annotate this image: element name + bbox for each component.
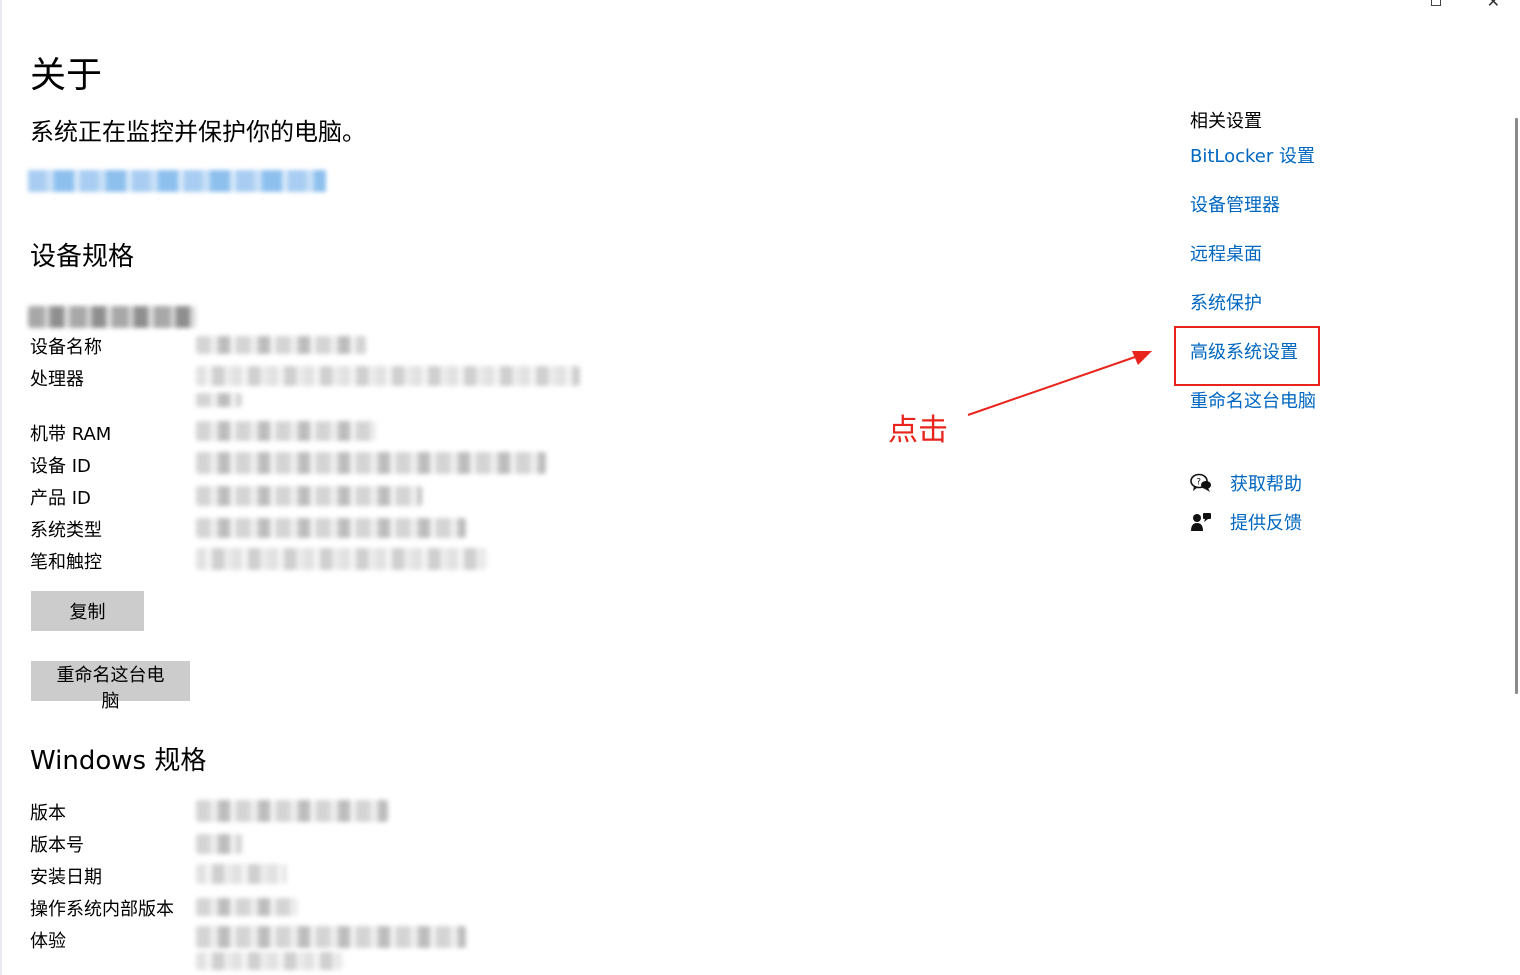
- processor-label: 处理器: [30, 369, 84, 390]
- pen-touch-value: [196, 548, 486, 570]
- device-name-label: 设备名称: [30, 337, 102, 358]
- product-id-value: [196, 486, 422, 506]
- device-name-value: [196, 336, 366, 354]
- device-model-value: [28, 306, 196, 328]
- device-id-label: 设备 ID: [30, 456, 91, 477]
- install-date-label: 安装日期: [30, 867, 102, 888]
- feedback-link[interactable]: 提供反馈: [1190, 509, 1302, 535]
- feedback-person-icon: [1191, 513, 1211, 531]
- edition-value: [196, 800, 388, 822]
- annotation-click-label: 点击: [888, 413, 948, 448]
- os-build-label: 操作系统内部版本: [30, 899, 174, 920]
- device-specs-heading: 设备规格: [30, 242, 135, 272]
- ram-value: [196, 421, 376, 441]
- edition-label: 版本: [30, 803, 66, 824]
- window-controls: ✕: [1430, 0, 1500, 10]
- annotation-highlight-box: [1174, 326, 1320, 386]
- annotation-arrow-icon: [967, 351, 1152, 416]
- experience-value: [196, 926, 466, 948]
- vertical-scrollbar[interactable]: [1515, 118, 1518, 694]
- svg-text:?: ?: [1196, 478, 1201, 488]
- page-title: 关于: [30, 55, 103, 96]
- windows-specs-heading: Windows 规格: [30, 746, 207, 776]
- chat-help-icon: ?: [1190, 473, 1211, 492]
- protection-status: 系统正在监控并保护你的电脑。: [30, 118, 366, 146]
- processor-value: [196, 366, 580, 386]
- system-type-value: [196, 518, 466, 538]
- get-help-label: 获取帮助: [1230, 474, 1302, 495]
- rename-pc-button[interactable]: 重命名这台电脑: [31, 661, 190, 712]
- window-left-edge: [0, 0, 2, 975]
- system-type-label: 系统类型: [30, 520, 102, 541]
- security-details-link[interactable]: [28, 170, 326, 192]
- install-date-value: [196, 864, 286, 884]
- experience-value-line2: [196, 952, 342, 970]
- remote-desktop-link[interactable]: 远程桌面: [1190, 240, 1262, 266]
- processor-value-line2: [196, 393, 242, 407]
- copy-button[interactable]: 复制: [31, 591, 144, 631]
- system-protection-link[interactable]: 系统保护: [1190, 289, 1262, 315]
- related-settings-heading: 相关设置: [1190, 111, 1262, 132]
- device-manager-link[interactable]: 设备管理器: [1190, 191, 1280, 217]
- bitlocker-settings-link[interactable]: BitLocker 设置: [1190, 142, 1315, 168]
- ram-label: 机带 RAM: [30, 424, 112, 445]
- restore-icon[interactable]: [1430, 0, 1441, 6]
- close-icon[interactable]: ✕: [1487, 0, 1500, 10]
- version-label: 版本号: [30, 835, 84, 856]
- feedback-label: 提供反馈: [1230, 513, 1302, 534]
- product-id-label: 产品 ID: [30, 488, 91, 509]
- rename-pc-link[interactable]: 重命名这台电脑: [1190, 387, 1316, 413]
- get-help-link[interactable]: ? 获取帮助: [1190, 470, 1302, 496]
- experience-label: 体验: [30, 931, 66, 952]
- os-build-value: [196, 898, 298, 916]
- version-value: [196, 834, 242, 854]
- device-id-value: [196, 452, 546, 474]
- pen-touch-label: 笔和触控: [30, 552, 102, 573]
